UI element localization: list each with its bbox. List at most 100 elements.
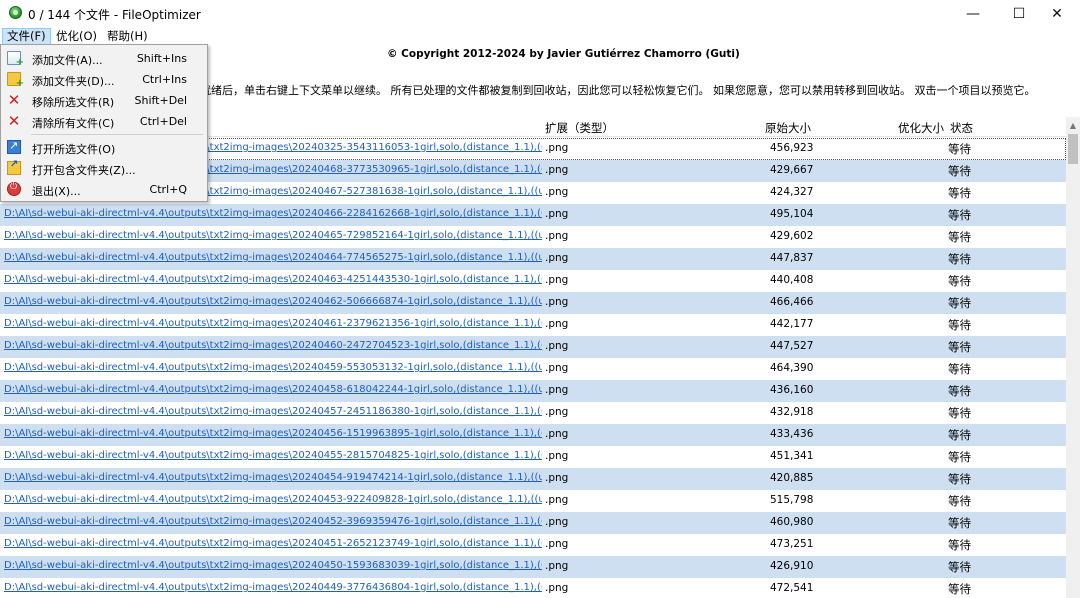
original-size-cell: 429,602 xyxy=(770,230,814,242)
original-size-cell: 464,390 xyxy=(770,362,814,374)
status-cell: 等待 xyxy=(948,208,971,222)
menu-item-open-folder[interactable]: 打开包含文件夹(Z)... xyxy=(1,158,207,179)
vertical-scrollbar[interactable]: ▲ xyxy=(1066,117,1080,598)
menu-optimize[interactable]: 优化(O) xyxy=(52,28,101,45)
status-cell: 等待 xyxy=(948,164,971,178)
column-optimized-size[interactable]: 优化大小 xyxy=(898,120,944,136)
minimize-button[interactable]: — xyxy=(950,0,996,28)
menu-item-add-file[interactable]: 添加文件(A)... Shift+Ins xyxy=(1,48,207,69)
status-cell: 等待 xyxy=(948,340,971,354)
close-button[interactable]: ✕ xyxy=(1034,0,1080,28)
column-original-size[interactable]: 原始大小 xyxy=(765,120,811,136)
table-row[interactable]: D:\AI\sd-webui-aki-directml-v4.4\outputs… xyxy=(0,292,1066,314)
file-path-cell[interactable]: D:\AI\sd-webui-aki-directml-v4.4\outputs… xyxy=(4,582,542,593)
menu-item-label: 退出(X)... xyxy=(32,185,81,198)
hint-text: 就绪后，单击右键上下文菜单以继续。 所有已处理的文件都被复制到回收站，因此您可以… xyxy=(200,84,1036,97)
file-path-cell[interactable]: D:\AI\sd-webui-aki-directml-v4.4\outputs… xyxy=(4,406,542,417)
table-row[interactable]: D:\AI\sd-webui-aki-directml-v4.4\outputs… xyxy=(0,490,1066,512)
menu-item-add-folder[interactable]: 添加文件夹(D)... Ctrl+Ins xyxy=(1,69,207,90)
menu-separator xyxy=(31,134,203,135)
menu-item-label: 打开包含文件夹(Z)... xyxy=(32,164,136,177)
status-cell: 等待 xyxy=(948,362,971,376)
original-size-cell: 473,251 xyxy=(770,538,814,550)
table-row[interactable]: D:\AI\sd-webui-aki-directml-v4.4\outputs… xyxy=(0,534,1066,556)
table-row[interactable]: D:\AI\sd-webui-aki-directml-v4.4\outputs… xyxy=(0,204,1066,226)
table-row[interactable]: D:\AI\sd-webui-aki-directml-v4.4\outputs… xyxy=(0,556,1066,578)
file-path-cell[interactable]: D:\AI\sd-webui-aki-directml-v4.4\outputs… xyxy=(4,560,542,571)
file-ext-cell: .png xyxy=(545,252,569,264)
status-cell: 等待 xyxy=(948,538,971,552)
menu-item-label: 清除所有文件(C) xyxy=(32,117,115,130)
original-size-cell: 429,667 xyxy=(770,164,814,176)
file-menu-dropdown: 添加文件(A)... Shift+Ins 添加文件夹(D)... Ctrl+In… xyxy=(0,44,208,202)
window-title: 0 / 144 个文件 - FileOptimizer xyxy=(28,8,201,22)
table-row[interactable]: D:\AI\sd-webui-aki-directml-v4.4\outputs… xyxy=(0,270,1066,292)
scroll-up-icon[interactable]: ▲ xyxy=(1066,121,1080,131)
status-cell: 等待 xyxy=(948,406,971,420)
menu-item-label: 移除所选文件(R) xyxy=(32,96,115,109)
table-row[interactable]: D:\AI\sd-webui-aki-directml-v4.4\outputs… xyxy=(0,402,1066,424)
file-list[interactable]: D:\AI\sd-webui-aki-directml-v4.4\outputs… xyxy=(0,138,1066,598)
table-row[interactable]: D:\AI\sd-webui-aki-directml-v4.4\outputs… xyxy=(0,512,1066,534)
table-row[interactable]: D:\AI\sd-webui-aki-directml-v4.4\outputs… xyxy=(0,424,1066,446)
file-path-cell[interactable]: D:\AI\sd-webui-aki-directml-v4.4\outputs… xyxy=(4,428,542,439)
original-size-cell: 420,885 xyxy=(770,472,814,484)
menu-item-open-selected[interactable]: 打开所选文件(O) xyxy=(1,137,207,158)
status-cell: 等待 xyxy=(948,384,971,398)
status-cell: 等待 xyxy=(948,274,971,288)
file-path-cell[interactable]: D:\AI\sd-webui-aki-directml-v4.4\outputs… xyxy=(4,538,542,549)
file-path-cell[interactable]: D:\AI\sd-webui-aki-directml-v4.4\outputs… xyxy=(4,230,542,241)
file-path-cell[interactable]: D:\AI\sd-webui-aki-directml-v4.4\outputs… xyxy=(4,252,542,263)
title-bar: 0 / 144 个文件 - FileOptimizer — ☐ ✕ xyxy=(0,0,1080,28)
file-ext-cell: .png xyxy=(545,318,569,330)
menu-help[interactable]: 帮助(H) xyxy=(103,28,152,45)
file-path-cell[interactable]: D:\AI\sd-webui-aki-directml-v4.4\outputs… xyxy=(4,296,542,307)
table-row[interactable]: D:\AI\sd-webui-aki-directml-v4.4\outputs… xyxy=(0,358,1066,380)
column-ext[interactable]: 扩展（类型） xyxy=(545,120,614,136)
table-row[interactable]: D:\AI\sd-webui-aki-directml-v4.4\outputs… xyxy=(0,336,1066,358)
file-path-cell[interactable]: D:\AI\sd-webui-aki-directml-v4.4\outputs… xyxy=(4,274,542,285)
menu-item-label: 添加文件(A)... xyxy=(32,54,103,67)
table-row[interactable]: D:\AI\sd-webui-aki-directml-v4.4\outputs… xyxy=(0,380,1066,402)
file-path-cell[interactable]: D:\AI\sd-webui-aki-directml-v4.4\outputs… xyxy=(4,208,542,219)
file-path-cell[interactable]: D:\AI\sd-webui-aki-directml-v4.4\outputs… xyxy=(4,340,542,351)
menu-item-remove-selected[interactable]: ✕ 移除所选文件(R) Shift+Del xyxy=(1,90,207,111)
original-size-cell: 447,837 xyxy=(770,252,814,264)
copyright-text: © Copyright 2012-2024 by Javier Gutiérre… xyxy=(387,48,740,60)
remove-icon: ✕ xyxy=(7,91,21,109)
file-ext-cell: .png xyxy=(545,494,569,506)
table-row[interactable]: D:\AI\sd-webui-aki-directml-v4.4\outputs… xyxy=(0,314,1066,336)
original-size-cell: 472,541 xyxy=(770,582,814,594)
original-size-cell: 432,918 xyxy=(770,406,814,418)
status-cell: 等待 xyxy=(948,516,971,530)
menu-item-shortcut: Shift+Del xyxy=(134,94,187,107)
file-ext-cell: .png xyxy=(545,296,569,308)
menu-item-exit[interactable]: 退出(X)... Ctrl+Q xyxy=(1,179,207,200)
file-path-cell[interactable]: D:\AI\sd-webui-aki-directml-v4.4\outputs… xyxy=(4,362,542,373)
table-row[interactable]: D:\AI\sd-webui-aki-directml-v4.4\outputs… xyxy=(0,248,1066,270)
menu-item-clear-all[interactable]: ✕ 清除所有文件(C) Ctrl+Del xyxy=(1,111,207,132)
column-status[interactable]: 状态 xyxy=(950,120,973,136)
open-folder-icon xyxy=(7,159,21,175)
menu-file[interactable]: 文件(F) xyxy=(2,28,51,45)
status-cell: 等待 xyxy=(948,230,971,244)
table-row[interactable]: D:\AI\sd-webui-aki-directml-v4.4\outputs… xyxy=(0,446,1066,468)
open-file-icon xyxy=(7,139,21,154)
add-file-icon xyxy=(7,51,24,68)
table-row[interactable]: D:\AI\sd-webui-aki-directml-v4.4\outputs… xyxy=(0,578,1066,598)
original-size-cell: 424,327 xyxy=(770,186,814,198)
table-row[interactable]: D:\AI\sd-webui-aki-directml-v4.4\outputs… xyxy=(0,468,1066,490)
file-path-cell[interactable]: D:\AI\sd-webui-aki-directml-v4.4\outputs… xyxy=(4,494,542,505)
original-size-cell: 442,177 xyxy=(770,318,814,330)
table-row[interactable]: D:\AI\sd-webui-aki-directml-v4.4\outputs… xyxy=(0,226,1066,248)
file-path-cell[interactable]: D:\AI\sd-webui-aki-directml-v4.4\outputs… xyxy=(4,472,542,483)
file-ext-cell: .png xyxy=(545,384,569,396)
file-ext-cell: .png xyxy=(545,516,569,528)
file-path-cell[interactable]: D:\AI\sd-webui-aki-directml-v4.4\outputs… xyxy=(4,318,542,329)
original-size-cell: 456,923 xyxy=(770,142,814,154)
scroll-thumb[interactable] xyxy=(1068,134,1078,164)
add-folder-icon xyxy=(7,72,24,89)
file-path-cell[interactable]: D:\AI\sd-webui-aki-directml-v4.4\outputs… xyxy=(4,450,542,461)
file-path-cell[interactable]: D:\AI\sd-webui-aki-directml-v4.4\outputs… xyxy=(4,516,542,527)
file-path-cell[interactable]: D:\AI\sd-webui-aki-directml-v4.4\outputs… xyxy=(4,384,542,395)
